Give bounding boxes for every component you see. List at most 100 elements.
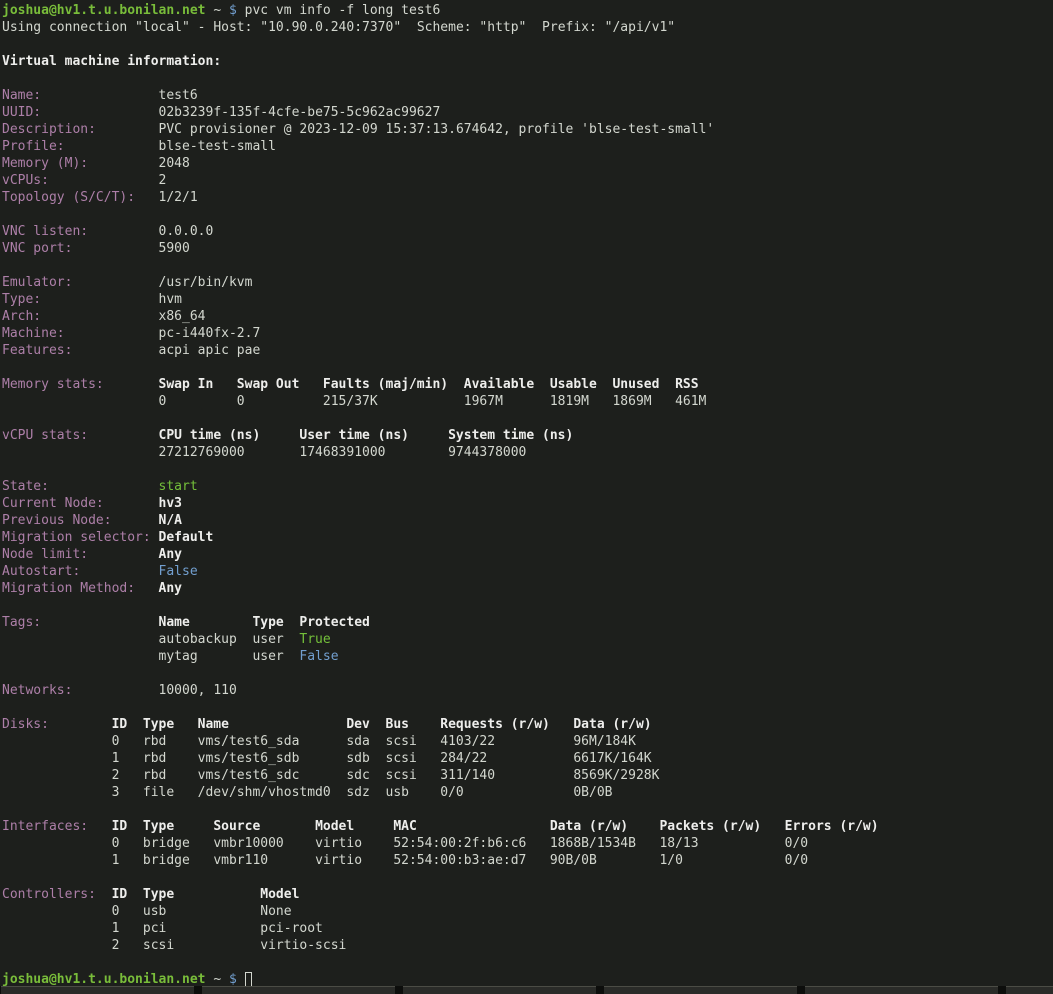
terminal-line: Memory (M):2048 bbox=[0, 155, 1053, 172]
field-value: /usr/bin/kvm bbox=[159, 274, 253, 291]
field-label: Emulator: bbox=[2, 274, 72, 291]
taskbar-window-button[interactable] bbox=[805, 986, 998, 994]
table-cell: 1 bbox=[112, 852, 120, 869]
taskbar-window-button[interactable] bbox=[403, 986, 596, 994]
table-cell: rbd bbox=[143, 733, 166, 750]
table-cell: False bbox=[299, 648, 338, 665]
terminal-line: Emulator: /usr/bin/kvm bbox=[0, 274, 1053, 291]
vm-state-value: start bbox=[159, 478, 198, 495]
column-header: Name bbox=[159, 614, 190, 631]
terminal-line: Tags:NameTypeProtected bbox=[0, 614, 1053, 631]
field-label: Machine: bbox=[2, 325, 65, 342]
field-value: 02b3239f-135f-4cfe-be75-5c962ac99627 bbox=[159, 104, 441, 121]
table-cell: virtio-scsi bbox=[260, 937, 346, 954]
terminal-line: Current Node:hv3 bbox=[0, 495, 1053, 512]
field-value: 1/2/1 bbox=[159, 189, 198, 206]
table-cell: 0 bbox=[112, 903, 120, 920]
terminal-line: 1pcipci-root bbox=[0, 920, 1053, 937]
taskbar-window-button[interactable] bbox=[604, 986, 797, 994]
terminal-line: Previous Node:N/A bbox=[0, 512, 1053, 529]
field-value: hvm bbox=[159, 291, 182, 308]
column-header: Swap In bbox=[159, 376, 214, 393]
table-cell: scsi bbox=[386, 750, 417, 767]
field-value: 0.0.0.0 bbox=[159, 223, 214, 240]
terminal-line: Topology (S/C/T): 1/2/1 bbox=[0, 189, 1053, 206]
table-cell: vmbr110 bbox=[213, 852, 268, 869]
table-cell: user bbox=[252, 648, 283, 665]
field-value: Any bbox=[159, 580, 182, 597]
field-label: VNC port: bbox=[2, 240, 72, 257]
terminal-line: 1bridgevmbr110virtio52:54:00:b3:ae:d790B… bbox=[0, 852, 1053, 869]
column-header: Model bbox=[260, 886, 299, 903]
table-cell: bridge bbox=[143, 852, 190, 869]
table-cell: 461M bbox=[675, 393, 706, 410]
taskbar-window-button[interactable] bbox=[202, 986, 395, 994]
table-cell: mytag bbox=[159, 648, 198, 665]
field-value: False bbox=[159, 563, 198, 580]
table-cell: pci-root bbox=[260, 920, 323, 937]
table-cell: 52:54:00:b3:ae:d7 bbox=[393, 852, 526, 869]
table-cell: 90B/0B bbox=[550, 852, 597, 869]
table-cell: 8569K/2928K bbox=[573, 767, 659, 784]
terminal-line: Disks:IDTypeNameDevBusRequests (r/w)Data… bbox=[0, 716, 1053, 733]
terminal-line bbox=[0, 257, 1053, 274]
column-header: Available bbox=[464, 376, 534, 393]
column-header: Type bbox=[143, 818, 174, 835]
terminal-line: joshua@hv1.t.u.bonilan.net~$pvc vm info … bbox=[0, 2, 1053, 19]
column-header: CPU time (ns) bbox=[159, 427, 261, 444]
connection-info: Using connection "local" - Host: "10.90.… bbox=[2, 19, 675, 36]
field-label: vCPUs: bbox=[2, 172, 49, 189]
column-header: Requests (r/w) bbox=[440, 716, 550, 733]
terminal-line: Name:test6 bbox=[0, 87, 1053, 104]
column-header: Usable bbox=[550, 376, 597, 393]
field-label: Name: bbox=[2, 87, 41, 104]
table-cell: 3 bbox=[112, 784, 120, 801]
terminal-line: Node limit:Any bbox=[0, 546, 1053, 563]
terminal-line: 00215/37K1967M1819M1869M461M bbox=[0, 393, 1053, 410]
field-label: Topology (S/C/T): bbox=[2, 189, 135, 206]
table-cell: 6617K/164K bbox=[573, 750, 651, 767]
terminal-line: Autostart:False bbox=[0, 563, 1053, 580]
terminal-line: Networks:10000, 110 bbox=[0, 682, 1053, 699]
table-cell: 0/0 bbox=[785, 835, 808, 852]
terminal-line bbox=[0, 36, 1053, 53]
terminal-line: Controllers:IDTypeModel bbox=[0, 886, 1053, 903]
table-cell: usb bbox=[143, 903, 166, 920]
field-label: Memory stats: bbox=[2, 376, 104, 393]
field-label: Networks: bbox=[2, 682, 72, 699]
command-text: pvc vm info -f long test6 bbox=[245, 2, 441, 19]
column-header: Unused bbox=[612, 376, 659, 393]
taskbar-strip bbox=[0, 986, 1053, 994]
table-cell: autobackup bbox=[159, 631, 237, 648]
terminal-line: Migration selector:Default bbox=[0, 529, 1053, 546]
table-cell: 0/0 bbox=[785, 852, 808, 869]
field-value: Any bbox=[159, 546, 182, 563]
taskbar-window-button[interactable] bbox=[1, 986, 194, 994]
section-title: Virtual machine information: bbox=[2, 53, 221, 70]
table-cell: 0B/0B bbox=[573, 784, 612, 801]
terminal-line: vCPUs:2 bbox=[0, 172, 1053, 189]
field-label: Disks: bbox=[2, 716, 49, 733]
terminal-line: 0usbNone bbox=[0, 903, 1053, 920]
column-header: Bus bbox=[386, 716, 409, 733]
table-cell: file bbox=[143, 784, 174, 801]
terminal-line bbox=[0, 410, 1053, 427]
terminal-line bbox=[0, 699, 1053, 716]
terminal-screen[interactable]: joshua@hv1.t.u.bonilan.net~$pvc vm info … bbox=[0, 0, 1053, 986]
terminal-line: Description:PVC provisioner @ 2023-12-09… bbox=[0, 121, 1053, 138]
field-label: vCPU stats: bbox=[2, 427, 88, 444]
terminal-line: VNC listen:0.0.0.0 bbox=[0, 223, 1053, 240]
column-header: Data (r/w) bbox=[573, 716, 651, 733]
terminal-line bbox=[0, 359, 1053, 376]
terminal-line: Using connection "local" - Host: "10.90.… bbox=[0, 19, 1053, 36]
taskbar-window-button[interactable] bbox=[1006, 986, 1053, 994]
terminal-line: Machine:pc-i440fx-2.7 bbox=[0, 325, 1053, 342]
table-cell: vms/test6_sda bbox=[198, 733, 300, 750]
column-header: Errors (r/w) bbox=[785, 818, 879, 835]
field-label: UUID: bbox=[2, 104, 41, 121]
field-label: State: bbox=[2, 478, 49, 495]
terminal-line: Profile:blse-test-small bbox=[0, 138, 1053, 155]
terminal-line: autobackupuserTrue bbox=[0, 631, 1053, 648]
table-cell: sdb bbox=[346, 750, 369, 767]
table-cell: 4103/22 bbox=[440, 733, 495, 750]
